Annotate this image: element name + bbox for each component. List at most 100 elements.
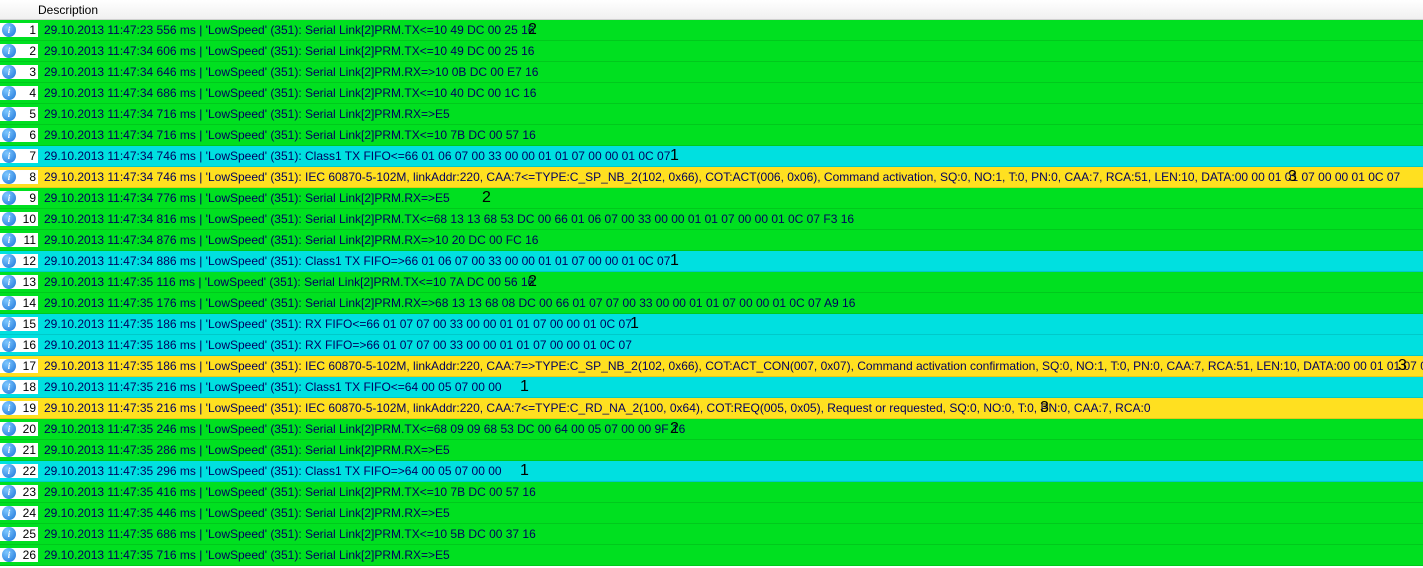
- row-number: 7: [18, 149, 38, 163]
- row-description: 29.10.2013 11:47:35 286 ms | 'LowSpeed' …: [38, 443, 450, 457]
- annotation-marker: 1: [520, 378, 529, 396]
- row-description: 29.10.2013 11:47:34 886 ms | 'LowSpeed' …: [38, 254, 670, 268]
- row-description: 29.10.2013 11:47:35 186 ms | 'LowSpeed' …: [38, 338, 632, 352]
- info-icon: i: [2, 23, 16, 37]
- info-icon: i: [2, 86, 16, 100]
- row-description: 29.10.2013 11:47:35 186 ms | 'LowSpeed' …: [38, 317, 632, 331]
- row-description: 29.10.2013 11:47:35 116 ms | 'LowSpeed' …: [38, 275, 534, 289]
- info-icon: i: [2, 65, 16, 79]
- annotation-marker: 2: [670, 420, 679, 438]
- row-description: 29.10.2013 11:47:23 556 ms | 'LowSpeed' …: [38, 23, 534, 37]
- row-icon-cell: i: [0, 317, 18, 331]
- log-row[interactable]: i629.10.2013 11:47:34 716 ms | 'LowSpeed…: [0, 125, 1423, 146]
- info-icon: i: [2, 317, 16, 331]
- row-icon-cell: i: [0, 65, 18, 79]
- row-number: 18: [18, 380, 38, 394]
- info-icon: i: [2, 464, 16, 478]
- row-description: 29.10.2013 11:47:34 716 ms | 'LowSpeed' …: [38, 128, 536, 142]
- row-description: 29.10.2013 11:47:35 176 ms | 'LowSpeed' …: [38, 296, 855, 310]
- row-icon-cell: i: [0, 128, 18, 142]
- log-row[interactable]: i1929.10.2013 11:47:35 216 ms | 'LowSpee…: [0, 398, 1423, 419]
- log-row[interactable]: i2529.10.2013 11:47:35 686 ms | 'LowSpee…: [0, 524, 1423, 545]
- row-description: 29.10.2013 11:47:34 716 ms | 'LowSpeed' …: [38, 107, 450, 121]
- row-icon-cell: i: [0, 86, 18, 100]
- log-row[interactable]: i1429.10.2013 11:47:35 176 ms | 'LowSpee…: [0, 293, 1423, 314]
- log-row[interactable]: i2129.10.2013 11:47:35 286 ms | 'LowSpee…: [0, 440, 1423, 461]
- row-icon-cell: i: [0, 527, 18, 541]
- row-icon-cell: i: [0, 422, 18, 436]
- info-icon: i: [2, 296, 16, 310]
- row-number: 10: [18, 212, 38, 226]
- row-number: 19: [18, 401, 38, 415]
- log-row[interactable]: i1029.10.2013 11:47:34 816 ms | 'LowSpee…: [0, 209, 1423, 230]
- log-row[interactable]: i1829.10.2013 11:47:35 216 ms | 'LowSpee…: [0, 377, 1423, 398]
- log-row[interactable]: i1329.10.2013 11:47:35 116 ms | 'LowSpee…: [0, 272, 1423, 293]
- log-row[interactable]: i2629.10.2013 11:47:35 716 ms | 'LowSpee…: [0, 545, 1423, 566]
- log-row[interactable]: i829.10.2013 11:47:34 746 ms | 'LowSpeed…: [0, 167, 1423, 188]
- row-number: 21: [18, 443, 38, 457]
- log-row[interactable]: i529.10.2013 11:47:34 716 ms | 'LowSpeed…: [0, 104, 1423, 125]
- row-description: 29.10.2013 11:47:34 776 ms | 'LowSpeed' …: [38, 191, 450, 205]
- info-icon: i: [2, 44, 16, 58]
- row-icon-cell: i: [0, 212, 18, 226]
- row-description: 29.10.2013 11:47:34 746 ms | 'LowSpeed' …: [38, 149, 670, 163]
- info-icon: i: [2, 275, 16, 289]
- info-icon: i: [2, 170, 16, 184]
- row-description: 29.10.2013 11:47:34 876 ms | 'LowSpeed' …: [38, 233, 538, 247]
- row-icon-cell: i: [0, 254, 18, 268]
- log-row[interactable]: i129.10.2013 11:47:23 556 ms | 'LowSpeed…: [0, 20, 1423, 41]
- info-icon: i: [2, 527, 16, 541]
- row-number: 24: [18, 506, 38, 520]
- row-icon-cell: i: [0, 548, 18, 562]
- row-description: 29.10.2013 11:47:35 186 ms | 'LowSpeed' …: [38, 359, 1423, 373]
- row-description: 29.10.2013 11:47:35 296 ms | 'LowSpeed' …: [38, 464, 502, 478]
- row-number: 14: [18, 296, 38, 310]
- log-row[interactable]: i929.10.2013 11:47:34 776 ms | 'LowSpeed…: [0, 188, 1423, 209]
- row-description: 29.10.2013 11:47:35 686 ms | 'LowSpeed' …: [38, 527, 536, 541]
- log-row[interactable]: i2429.10.2013 11:47:35 446 ms | 'LowSpee…: [0, 503, 1423, 524]
- row-icon-cell: i: [0, 338, 18, 352]
- annotation-marker: 3: [1040, 399, 1049, 417]
- row-icon-cell: i: [0, 464, 18, 478]
- info-icon: i: [2, 149, 16, 163]
- info-icon: i: [2, 401, 16, 415]
- info-icon: i: [2, 338, 16, 352]
- info-icon: i: [2, 380, 16, 394]
- row-icon-cell: i: [0, 485, 18, 499]
- info-icon: i: [2, 359, 16, 373]
- info-icon: i: [2, 128, 16, 142]
- log-row[interactable]: i229.10.2013 11:47:34 606 ms | 'LowSpeed…: [0, 41, 1423, 62]
- log-row[interactable]: i429.10.2013 11:47:34 686 ms | 'LowSpeed…: [0, 83, 1423, 104]
- log-row[interactable]: i2029.10.2013 11:47:35 246 ms | 'LowSpee…: [0, 419, 1423, 440]
- row-description: 29.10.2013 11:47:35 216 ms | 'LowSpeed' …: [38, 380, 502, 394]
- row-icon-cell: i: [0, 149, 18, 163]
- log-rows-container: i 1 29.10.2013 11:47:23 556 ms | 'LowSpeed…: [0, 20, 1423, 566]
- log-row[interactable]: i2329.10.2013 11:47:35 416 ms | 'LowSpee…: [0, 482, 1423, 503]
- info-icon: i: [2, 254, 16, 268]
- row-icon-cell: i: [0, 44, 18, 58]
- row-description: 29.10.2013 11:47:35 246 ms | 'LowSpeed' …: [38, 422, 685, 436]
- log-row[interactable]: i1229.10.2013 11:47:34 886 ms | 'LowSpee…: [0, 251, 1423, 272]
- log-row[interactable]: i1629.10.2013 11:47:35 186 ms | 'LowSpee…: [0, 335, 1423, 356]
- info-icon: i: [2, 233, 16, 247]
- row-number: 22: [18, 464, 38, 478]
- column-header[interactable]: Description: [0, 0, 1423, 20]
- row-number: 16: [18, 338, 38, 352]
- row-description: 29.10.2013 11:47:34 816 ms | 'LowSpeed' …: [38, 212, 854, 226]
- row-icon-cell: i: [0, 359, 18, 373]
- annotation-marker: 1: [670, 252, 679, 270]
- log-row[interactable]: i1129.10.2013 11:47:34 876 ms | 'LowSpee…: [0, 230, 1423, 251]
- log-row[interactable]: i1529.10.2013 11:47:35 186 ms | 'LowSpee…: [0, 314, 1423, 335]
- row-number: 6: [18, 128, 38, 142]
- row-description: 29.10.2013 11:47:34 686 ms | 'LowSpeed' …: [38, 86, 536, 100]
- row-icon-cell: i: [0, 401, 18, 415]
- log-row[interactable]: i729.10.2013 11:47:34 746 ms | 'LowSpeed…: [0, 146, 1423, 167]
- log-row[interactable]: i329.10.2013 11:47:34 646 ms | 'LowSpeed…: [0, 62, 1423, 83]
- log-row[interactable]: i1729.10.2013 11:47:35 186 ms | 'LowSpee…: [0, 356, 1423, 377]
- row-number: 17: [18, 359, 38, 373]
- log-row[interactable]: i2229.10.2013 11:47:35 296 ms | 'LowSpee…: [0, 461, 1423, 482]
- row-number: 20: [18, 422, 38, 436]
- row-number: 3: [18, 65, 38, 79]
- row-icon-cell: i: [0, 170, 18, 184]
- info-icon: i: [2, 506, 16, 520]
